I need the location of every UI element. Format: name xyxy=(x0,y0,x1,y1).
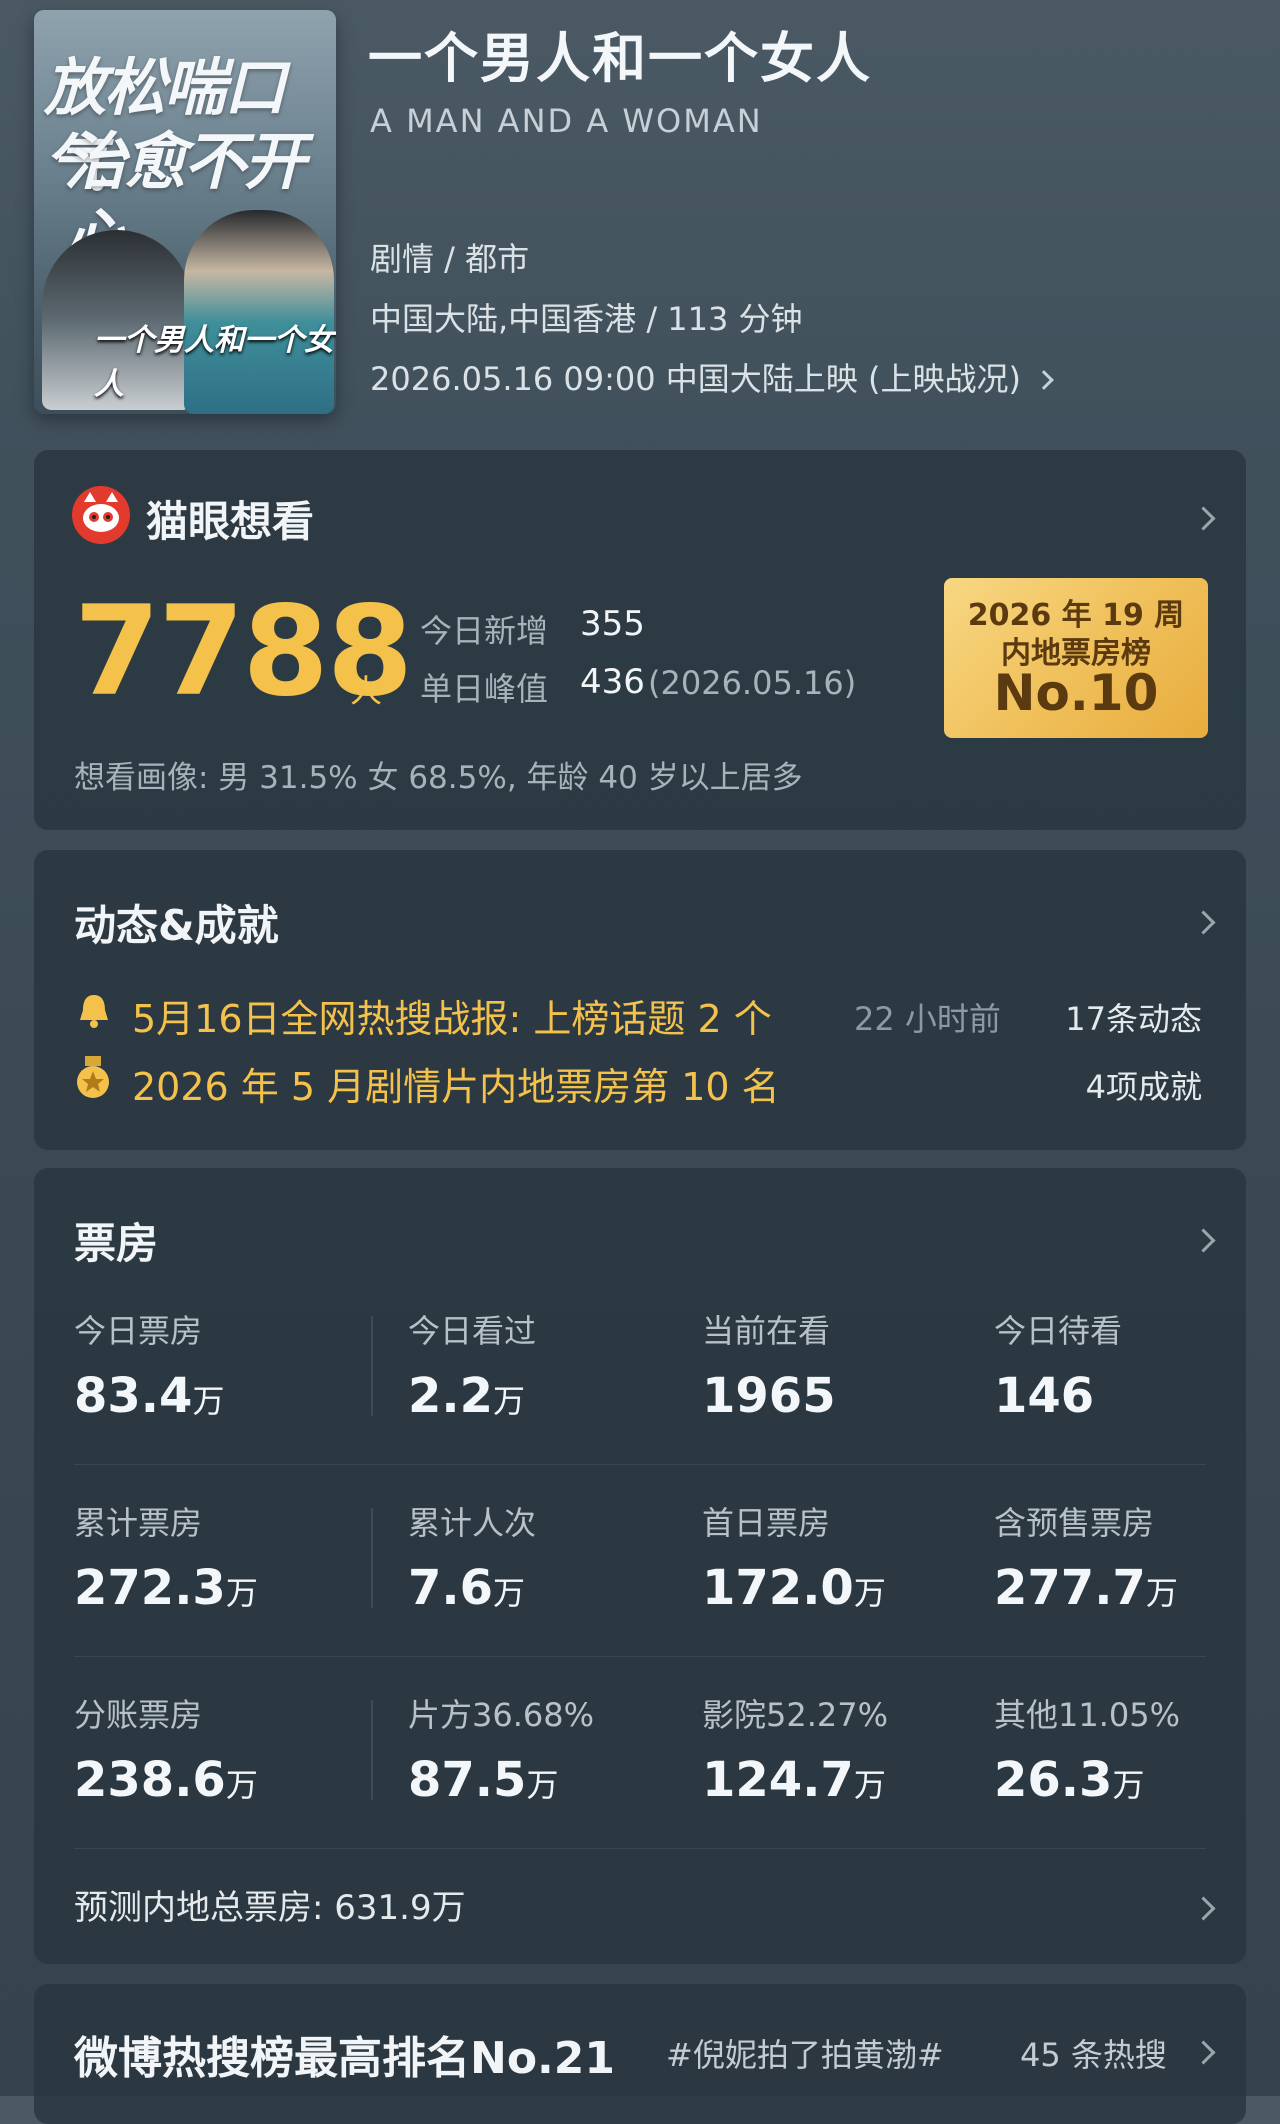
movie-english-title: A MAN AND A WOMAN xyxy=(370,102,763,140)
forecast-row[interactable]: 预测内地总票房: 631.9万 xyxy=(34,1858,1246,1954)
bo-unit: 万 xyxy=(1145,1574,1178,1612)
bo-unit: 万 xyxy=(225,1574,258,1612)
bo-value: 277.7万 xyxy=(994,1560,1178,1616)
bo-number: 238.6 xyxy=(74,1752,226,1808)
weibo-rank-title: 微博热搜榜最高排名No.21 xyxy=(74,2033,615,2084)
bo-unit: 万 xyxy=(493,1574,526,1612)
bo-label: 今日票房 xyxy=(74,1312,203,1350)
bo-label: 影院52.27% xyxy=(702,1696,889,1734)
bo-label: 其他11.05% xyxy=(994,1696,1181,1734)
movie-genre: 剧情 / 都市 xyxy=(370,240,530,278)
peak-date: (2026.05.16) xyxy=(648,664,857,702)
bo-value: 146 xyxy=(994,1368,1094,1424)
movie-release[interactable]: 2026.05.16 09:00 中国大陆上映 (上映战况) xyxy=(370,354,1055,400)
release-text: 2026.05.16 09:00 中国大陆上映 (上映战况) xyxy=(370,360,1021,398)
movie-region-runtime: 中国大陆,中国香港 / 113 分钟 xyxy=(370,300,803,338)
news-title: 动态&成就 xyxy=(74,901,279,950)
bo-label: 分账票房 xyxy=(74,1696,203,1734)
bo-number: 272.3 xyxy=(74,1560,226,1616)
maoyan-cat-icon xyxy=(72,486,130,544)
bo-number: 172.0 xyxy=(702,1560,854,1616)
bell-icon xyxy=(76,992,112,1030)
bo-number: 124.7 xyxy=(702,1752,854,1808)
row-divider xyxy=(74,1464,1206,1465)
bo-value: 272.3万 xyxy=(74,1560,258,1616)
weibo-hot-search-card[interactable]: 微博热搜榜最高排名No.21 #倪妮拍了拍黄渤# 45 条热搜 xyxy=(34,1984,1246,2124)
bo-label: 当前在看 xyxy=(702,1312,831,1350)
want-portrait: 想看画像: 男 31.5% 女 68.5%, 年龄 40 岁以上居多 xyxy=(74,760,803,796)
achievement-item[interactable]: 2026 年 5 月剧情片内地票房第 10 名 xyxy=(132,1056,780,1111)
row-divider xyxy=(74,1656,1206,1657)
bo-number: 87.5 xyxy=(408,1752,527,1808)
bo-value: 2.2万 xyxy=(408,1368,525,1424)
peak-label: 单日峰值 xyxy=(420,670,549,708)
chevron-right-icon[interactable] xyxy=(1191,910,1216,935)
chevron-right-icon[interactable] xyxy=(1191,1228,1216,1253)
weibo-count[interactable]: 45 条热搜 xyxy=(1020,2030,1167,2076)
bo-label: 累计票房 xyxy=(74,1504,203,1542)
row-divider xyxy=(74,1848,1206,1849)
chevron-right-icon[interactable] xyxy=(1191,2040,1216,2065)
achievement-count[interactable]: 4项成就 xyxy=(1086,1062,1202,1108)
want-title: 猫眼想看 xyxy=(146,497,315,546)
column-divider xyxy=(371,1508,373,1608)
bo-unit: 万 xyxy=(225,1766,258,1804)
box-office-title: 票房 xyxy=(74,1219,159,1268)
weekly-rank-badge[interactable]: 2026 年 19 周 内地票房榜 No.10 xyxy=(944,578,1208,738)
bo-unit: 万 xyxy=(1112,1766,1145,1804)
want-to-see-card[interactable]: 猫眼想看 7788 人 今日新增 355 单日峰值 436 (2026.05.1… xyxy=(34,450,1246,830)
bo-unit: 万 xyxy=(526,1766,559,1804)
bo-value: 124.7万 xyxy=(702,1752,886,1808)
bo-value: 1965 xyxy=(702,1368,836,1424)
poster-logo: 一个男人和一个女人 xyxy=(94,323,334,402)
bo-number: 7.6 xyxy=(408,1560,494,1616)
bo-value: 238.6万 xyxy=(74,1752,258,1808)
today-new-label: 今日新增 xyxy=(420,612,549,650)
medal-icon xyxy=(74,1056,112,1100)
bo-label: 片方36.68% xyxy=(408,1696,595,1734)
bo-unit: 万 xyxy=(192,1382,225,1420)
chevron-right-icon xyxy=(1034,370,1055,390)
bo-unit: 万 xyxy=(853,1574,886,1612)
bo-unit: 万 xyxy=(493,1382,526,1420)
today-new-value: 355 xyxy=(580,604,645,644)
bo-number: 1965 xyxy=(702,1368,836,1424)
bo-value: 7.6万 xyxy=(408,1560,525,1616)
bo-label: 累计人次 xyxy=(408,1504,537,1542)
news-achievements-card[interactable]: 动态&成就 5月16日全网热搜战报: 上榜话题 2 个 22 小时前 17条动态… xyxy=(34,850,1246,1150)
column-divider xyxy=(371,1700,373,1800)
news-item-time: 22 小时前 xyxy=(854,1000,1001,1038)
news-item-hot-search[interactable]: 5月16日全网热搜战报: 上榜话题 2 个 xyxy=(132,988,772,1043)
bo-number: 146 xyxy=(994,1368,1095,1424)
box-office-card[interactable]: 票房 今日票房 83.4万 今日看过 2.2万 当前在看 1965 今日待看 1… xyxy=(34,1168,1246,1964)
news-count[interactable]: 17条动态 xyxy=(1065,994,1202,1040)
bo-number: 83.4 xyxy=(74,1368,193,1424)
peak-value: 436 xyxy=(580,662,645,702)
bo-value: 83.4万 xyxy=(74,1368,224,1424)
column-divider xyxy=(371,1316,373,1416)
bo-label: 今日待看 xyxy=(994,1312,1123,1350)
bo-number: 277.7 xyxy=(994,1560,1146,1616)
rank-number: No.10 xyxy=(993,664,1159,722)
bo-value: 172.0万 xyxy=(702,1560,886,1616)
movie-poster[interactable]: 放松喘口气 治愈不开心 一个男人和一个女人 xyxy=(34,10,336,414)
movie-title: 一个男人和一个女人 xyxy=(368,27,872,90)
bo-label: 今日看过 xyxy=(408,1312,537,1350)
chevron-right-icon[interactable] xyxy=(1191,506,1216,531)
bo-label: 含预售票房 xyxy=(994,1504,1155,1542)
bo-value: 26.3万 xyxy=(994,1752,1144,1808)
want-unit: 人 xyxy=(350,672,383,710)
forecast-text: 预测内地总票房: 631.9万 xyxy=(74,1888,466,1928)
bo-number: 2.2 xyxy=(408,1368,494,1424)
chevron-right-icon xyxy=(1191,1896,1216,1921)
weibo-hashtag[interactable]: #倪妮拍了拍黄渤# xyxy=(666,2030,944,2076)
bo-label: 首日票房 xyxy=(702,1504,831,1542)
bo-value: 87.5万 xyxy=(408,1752,558,1808)
bo-unit: 万 xyxy=(853,1766,886,1804)
bo-number: 26.3 xyxy=(994,1752,1113,1808)
